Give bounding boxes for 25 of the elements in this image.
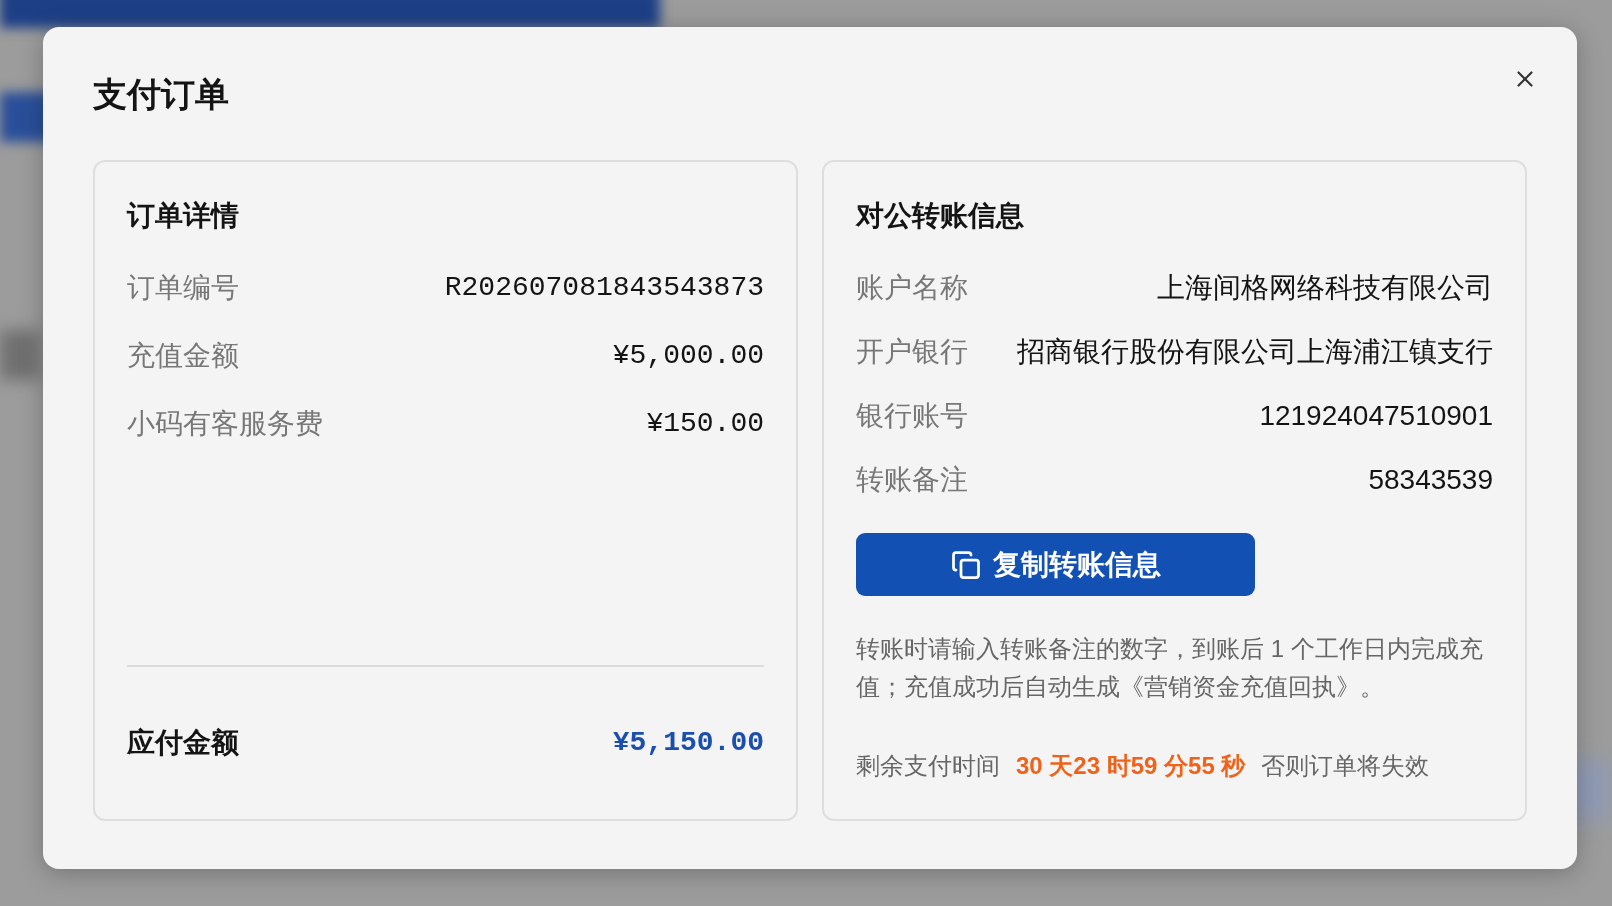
transfer-note: 转账时请输入转账备注的数字，到账后 1 个工作日内完成充值；充值成功后自动生成《营销资金充值回执》。 [856, 634, 1484, 702]
copy-icon [950, 549, 981, 580]
row-value: 招商银行股份有限公司上海浦江镇支行 [1017, 335, 1493, 369]
copy-transfer-info-button[interactable]: 复制转账信息 [856, 533, 1255, 596]
row-value: ¥5,000.00 [612, 339, 764, 373]
row-label: 账户名称 [856, 271, 968, 305]
card-heading: 订单详情 [127, 199, 239, 233]
total-label: 应付金额 [127, 726, 239, 760]
row-value: 121924047510901 [1259, 399, 1493, 433]
row-label: 转账备注 [856, 463, 968, 497]
row-label: 银行账号 [856, 399, 968, 433]
row-value: 上海间格网络科技有限公司 [1157, 271, 1493, 305]
countdown-timer: 30 天23 时59 分55 秒 [1016, 751, 1246, 781]
row-label: 开户银行 [856, 335, 968, 369]
row-label: 小码有客服务费 [127, 407, 323, 441]
dialog-title: 支付订单 [93, 74, 229, 114]
card-heading: 对公转账信息 [856, 199, 1024, 233]
row-label: 充值金额 [127, 339, 239, 373]
total-amount: ¥5,150.00 [612, 726, 764, 760]
countdown-label: 剩余支付时间 [856, 751, 1000, 781]
row-value: R202607081843543873 [444, 271, 764, 305]
row-value: ¥150.00 [646, 407, 764, 441]
countdown-suffix: 否则订单将失效 [1261, 751, 1430, 781]
row-value: 58343539 [1368, 463, 1493, 497]
row-label: 订单编号 [127, 271, 239, 305]
